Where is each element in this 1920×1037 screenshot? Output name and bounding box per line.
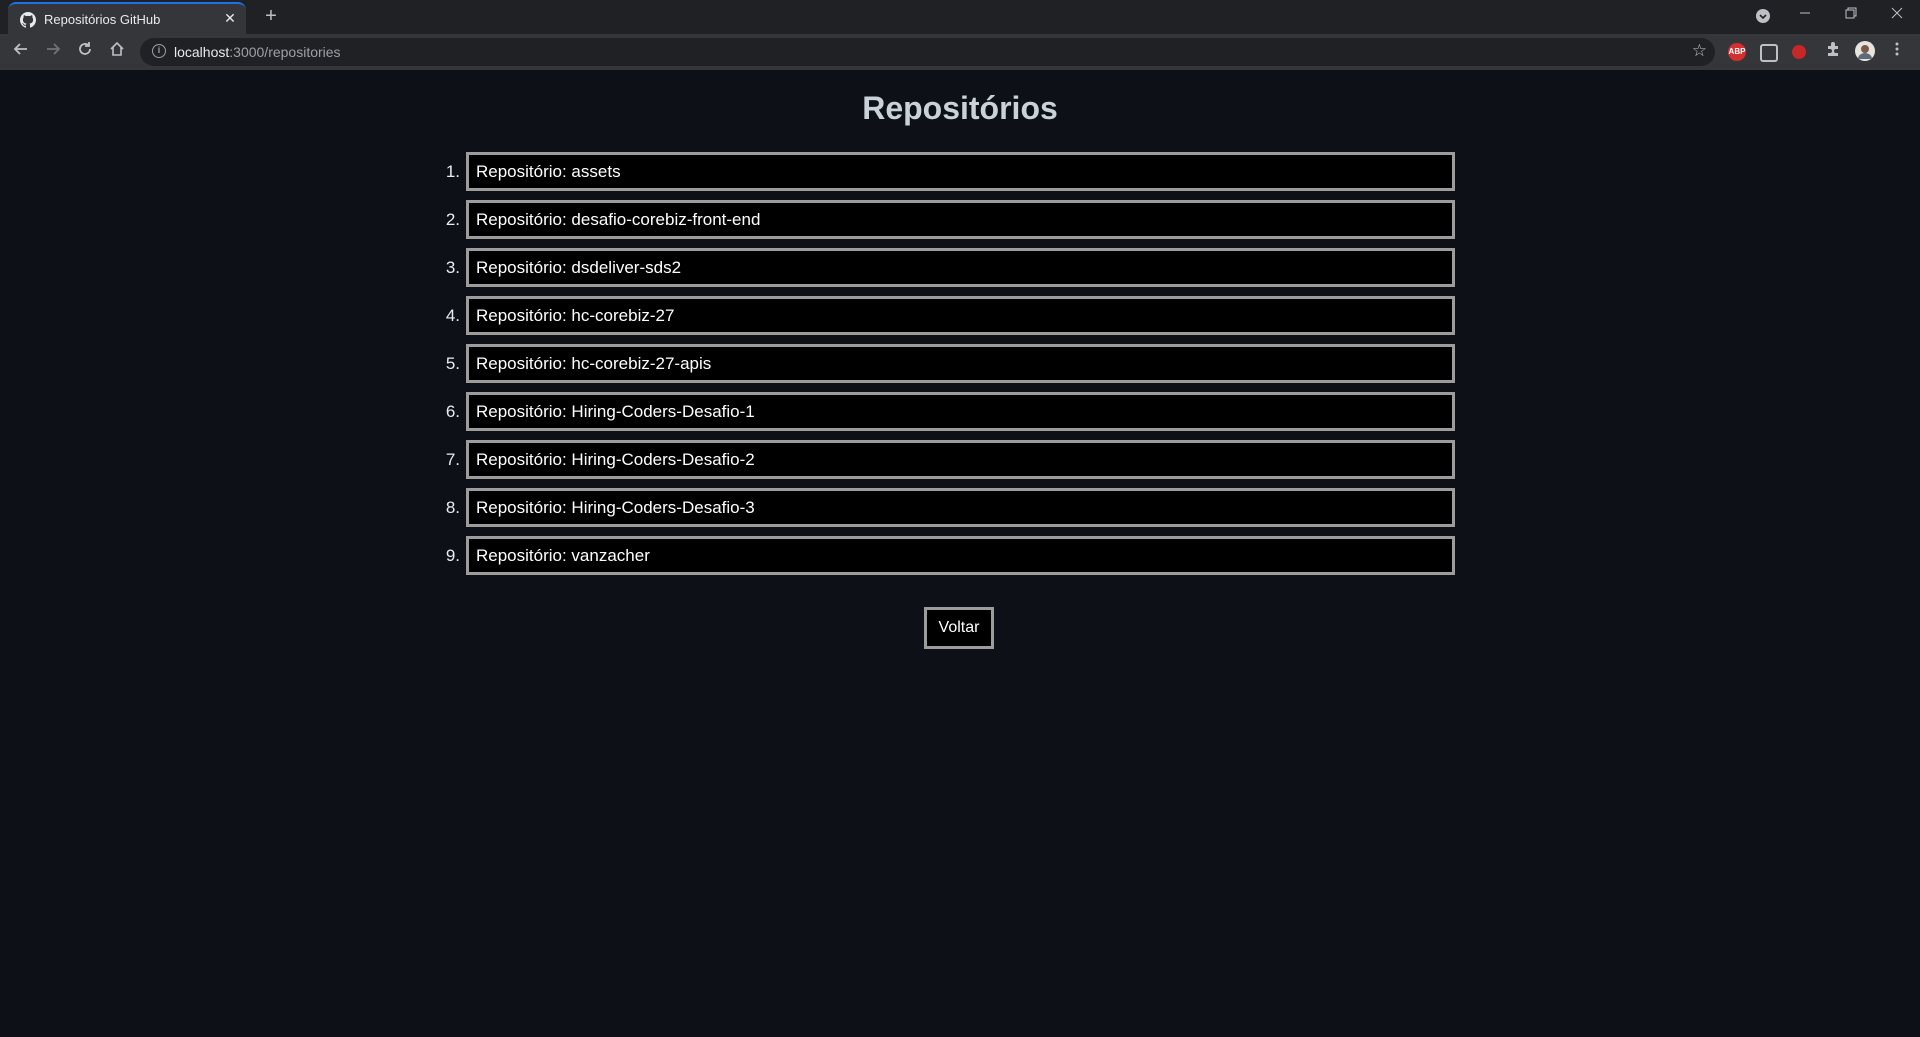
- profile-menu-icon[interactable]: [1740, 0, 1786, 34]
- browser-tab-strip: Repositórios GitHub ✕ +: [0, 0, 1920, 34]
- repository-card[interactable]: Repositório: dsdeliver-sds2: [466, 248, 1455, 287]
- list-item-number: 7.: [445, 450, 460, 469]
- reload-icon[interactable]: [74, 41, 96, 63]
- repository-label: Repositório: desafio-corebiz-front-end: [476, 210, 761, 229]
- minimize-icon[interactable]: [1782, 0, 1828, 34]
- home-icon[interactable]: [106, 41, 128, 63]
- repository-label: Repositório: Hiring-Coders-Desafio-3: [476, 498, 755, 517]
- extensions-puzzle-icon[interactable]: [1822, 41, 1844, 63]
- extension-square-icon[interactable]: [1760, 44, 1778, 62]
- repository-card[interactable]: Repositório: vanzacher: [466, 536, 1455, 575]
- repository-card[interactable]: Repositório: Hiring-Coders-Desafio-3: [466, 488, 1455, 527]
- list-item-number: 2.: [445, 210, 460, 229]
- list-item-number: 8.: [445, 498, 460, 517]
- github-icon: [20, 12, 36, 28]
- list-item-number: 5.: [445, 354, 460, 373]
- site-info-icon[interactable]: i: [152, 44, 166, 58]
- list-item-number: 4.: [445, 306, 460, 325]
- repository-label: Repositório: assets: [476, 162, 621, 181]
- repository-card[interactable]: Repositório: desafio-corebiz-front-end: [466, 200, 1455, 239]
- back-icon[interactable]: [10, 41, 32, 63]
- new-tab-button[interactable]: +: [260, 6, 282, 28]
- back-button[interactable]: Voltar: [924, 607, 994, 649]
- list-item-number: 3.: [445, 258, 460, 277]
- address-host: localhost: [174, 44, 230, 60]
- repository-card[interactable]: Repositório: assets: [466, 152, 1455, 191]
- adblock-icon[interactable]: ABP: [1728, 43, 1746, 61]
- avatar[interactable]: [1854, 41, 1876, 63]
- repository-label: Repositório: hc-corebiz-27: [476, 306, 675, 325]
- close-window-icon[interactable]: [1874, 0, 1920, 34]
- page-content: Repositórios 1. Repositório: assets 2. Rep…: [0, 70, 1920, 1037]
- bookmark-star-icon[interactable]: ☆: [1692, 41, 1707, 61]
- repository-card[interactable]: Repositório: hc-corebiz-27: [466, 296, 1455, 335]
- tab-title: Repositórios GitHub: [44, 12, 161, 27]
- address-path: :3000/repositories: [229, 44, 341, 60]
- repository-label: Repositório: vanzacher: [476, 546, 650, 565]
- repository-card[interactable]: Repositório: hc-corebiz-27-apis: [466, 344, 1455, 383]
- address-bar[interactable]: i localhost:3000/repositories ☆: [140, 38, 1715, 66]
- restore-icon[interactable]: [1828, 0, 1874, 34]
- forward-icon[interactable]: [42, 41, 64, 63]
- repository-label: Repositório: Hiring-Coders-Desafio-1: [476, 402, 755, 421]
- address-text: localhost:3000/repositories: [174, 44, 341, 60]
- list-item-number: 9.: [445, 546, 460, 565]
- browser-menu-icon[interactable]: [1886, 41, 1908, 63]
- repository-label: Repositório: dsdeliver-sds2: [476, 258, 682, 277]
- page-title: Repositórios: [862, 90, 1058, 126]
- list-item-number: 1.: [445, 162, 460, 181]
- browser-tab[interactable]: Repositórios GitHub ✕: [8, 2, 246, 34]
- list-item-number: 6.: [445, 402, 460, 421]
- browser-toolbar: i localhost:3000/repositories ☆ ABP: [0, 34, 1920, 70]
- tab-close-icon[interactable]: ✕: [222, 10, 238, 27]
- repository-label: Repositório: hc-corebiz-27-apis: [476, 354, 712, 373]
- repository-card[interactable]: Repositório: Hiring-Coders-Desafio-2: [466, 440, 1455, 479]
- extension-red-icon[interactable]: [1792, 45, 1806, 59]
- repository-card[interactable]: Repositório: Hiring-Coders-Desafio-1: [466, 392, 1455, 431]
- repository-label: Repositório: Hiring-Coders-Desafio-2: [476, 450, 755, 469]
